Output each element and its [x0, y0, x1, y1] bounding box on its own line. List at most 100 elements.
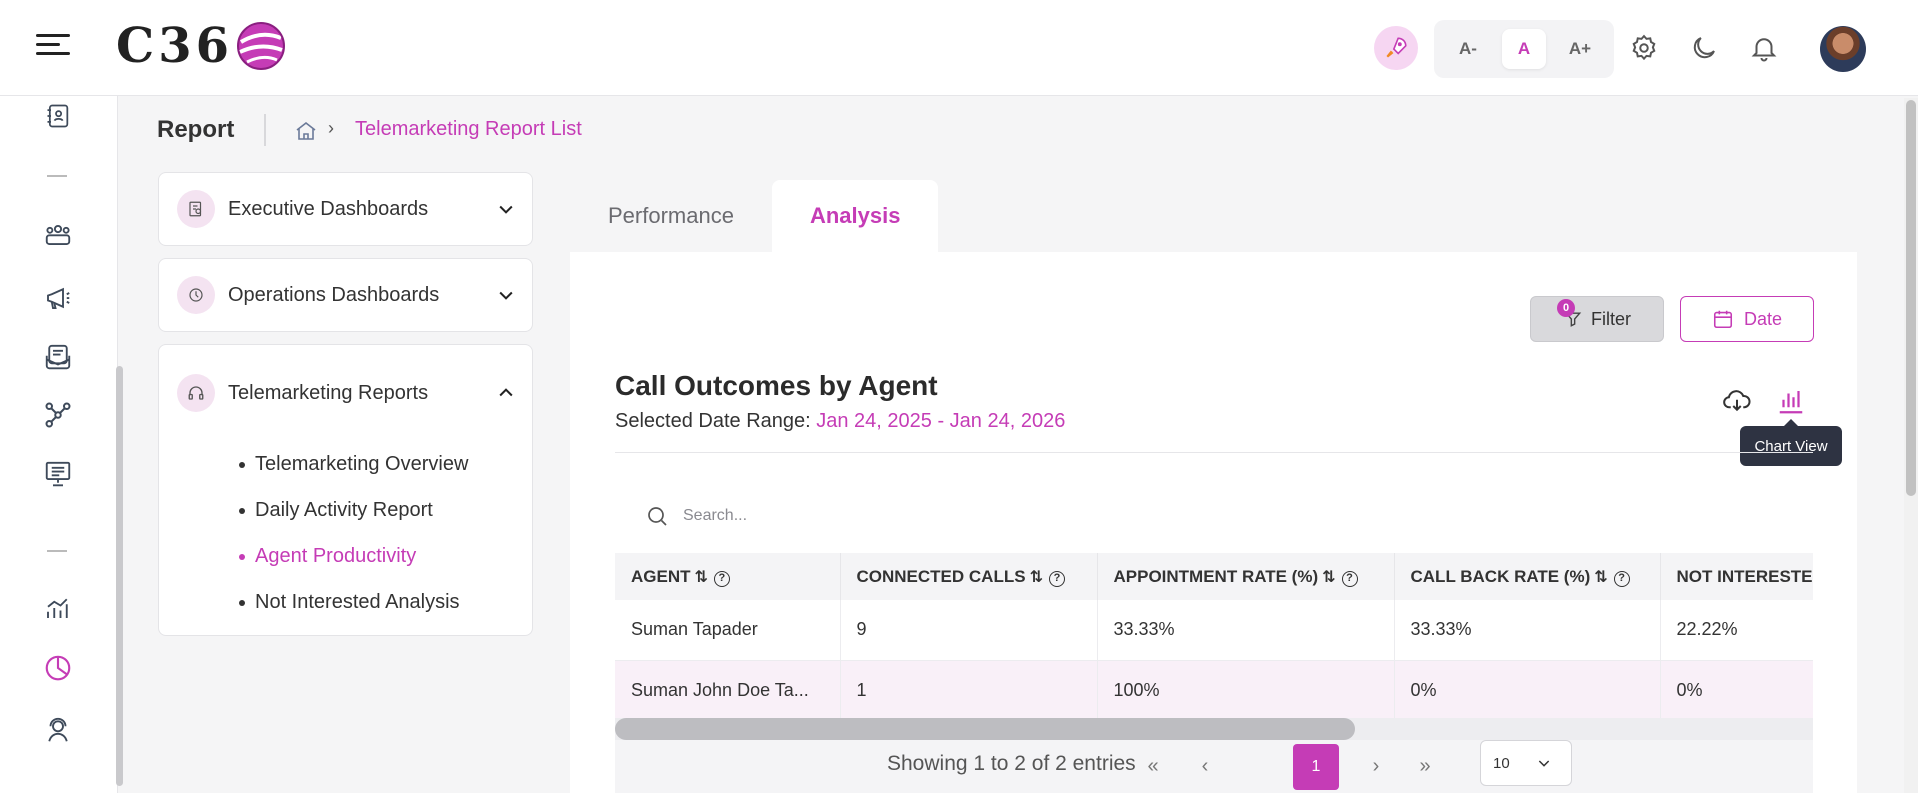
sort-icon[interactable]: ⇅	[1030, 569, 1043, 586]
help-icon[interactable]: ?	[1613, 570, 1630, 587]
column-label: NOT INTERESTED	[1676, 566, 1814, 586]
operations-icon	[177, 276, 215, 314]
column-header-call-back-rate[interactable]: CALL BACK RATE (%) ⇅?	[1394, 553, 1661, 600]
breadcrumb-current[interactable]: Telemarketing Report List	[355, 118, 582, 141]
inbox-icon[interactable]	[42, 341, 74, 373]
date-label: Date	[1743, 308, 1783, 329]
tab-analysis[interactable]: Analysis	[771, 180, 939, 252]
prev-page-icon[interactable]: ‹	[1187, 748, 1223, 784]
table-cell: 33.33%	[1097, 600, 1395, 661]
headset-icon	[177, 374, 215, 412]
menu-label: Telemarketing Reports	[228, 381, 429, 404]
rocket-icon[interactable]	[1374, 26, 1418, 70]
chevron-down-icon	[1538, 760, 1549, 767]
sub-item-not-interested-analysis[interactable]: Not Interested Analysis	[159, 579, 532, 625]
table-cell: 22.22%	[1660, 600, 1813, 661]
menu-telemarketing-reports[interactable]: Telemarketing Reports Telemarketing Over…	[158, 344, 533, 636]
date-range: Selected Date Range: Jan 24, 2025 - Jan …	[615, 410, 1065, 433]
megaphone-icon[interactable]	[42, 282, 74, 314]
help-icon[interactable]: ?	[1341, 570, 1358, 587]
column-label: AGENT	[631, 566, 691, 586]
rail-divider	[47, 550, 67, 552]
table-cell: Suman John Doe Ta...	[615, 660, 841, 721]
next-page-icon[interactable]: ›	[1358, 748, 1394, 784]
table-cell: Suman Tapader	[615, 600, 841, 661]
app-logo[interactable]: C36	[116, 18, 287, 74]
font-decrease-button[interactable]: A-	[1446, 29, 1490, 69]
search-input[interactable]	[683, 507, 1043, 525]
rail-divider	[47, 175, 67, 177]
pie-chart-icon[interactable]	[42, 652, 74, 684]
calendar-icon	[1713, 310, 1733, 329]
table-cell: 9	[840, 600, 1098, 661]
column-header-not-interested[interactable]: NOT INTERESTED	[1660, 553, 1813, 600]
menu-executive-dashboards[interactable]: Executive Dashboards	[158, 172, 533, 246]
column-header-appointment-rate[interactable]: APPOINTMENT RATE (%) ⇅?	[1097, 553, 1395, 600]
column-label: APPOINTMENT RATE (%)	[1113, 566, 1319, 586]
page-button-current[interactable]: 1	[1293, 744, 1339, 790]
table-cell: 0%	[1660, 660, 1813, 721]
analytics-icon[interactable]	[42, 592, 74, 624]
help-icon[interactable]: ?	[1048, 570, 1065, 587]
table-header-row: AGENT ⇅? CONNECTED CALLS ⇅? APPOINTMENT RA…	[615, 553, 1813, 600]
table-horizontal-scrollbar[interactable]	[615, 718, 1813, 740]
date-range-value: Jan 24, 2025 - Jan 24, 2026	[816, 410, 1066, 432]
home-icon[interactable]	[294, 119, 318, 143]
gear-icon[interactable]	[1626, 30, 1662, 66]
search-icon	[648, 507, 667, 526]
filter-count-badge: 0	[1557, 299, 1575, 317]
table-cell: 0%	[1394, 660, 1661, 721]
presentation-icon[interactable]	[42, 458, 74, 490]
chevron-up-icon[interactable]	[496, 383, 516, 403]
user-avatar[interactable]	[1820, 26, 1866, 72]
tab-performance[interactable]: Performance	[570, 180, 772, 252]
font-normal-button[interactable]: A	[1502, 29, 1546, 69]
sub-item-agent-productivity[interactable]: Agent Productivity	[159, 533, 532, 579]
support-agent-icon[interactable]	[42, 714, 74, 746]
users-group-icon[interactable]	[42, 218, 74, 250]
sort-icon[interactable]: ⇅	[695, 569, 708, 586]
scrollbar-thumb[interactable]	[1906, 100, 1916, 496]
font-increase-button[interactable]: A+	[1558, 29, 1602, 69]
download-icon[interactable]	[1722, 386, 1752, 416]
column-header-connected-calls[interactable]: CONNECTED CALLS ⇅?	[840, 553, 1098, 600]
report-tabs: Performance Analysis	[570, 180, 939, 252]
bell-icon[interactable]	[1746, 30, 1782, 66]
telemarketing-sub-list: Telemarketing Overview Daily Activity Re…	[159, 441, 532, 635]
help-icon[interactable]: ?	[713, 570, 730, 587]
sort-icon[interactable]: ⇅	[1322, 569, 1335, 586]
column-label: CALL BACK RATE (%)	[1410, 566, 1591, 586]
scrollbar-thumb[interactable]	[615, 718, 1355, 740]
menu-toggle-icon[interactable]	[36, 34, 70, 64]
chart-view-tooltip: Chart View	[1740, 419, 1842, 466]
title-separator	[264, 114, 266, 146]
sub-item-daily-activity-report[interactable]: Daily Activity Report	[159, 487, 532, 533]
contacts-book-icon[interactable]	[42, 100, 74, 132]
menu-label: Operations Dashboards	[228, 283, 440, 306]
chevron-down-icon[interactable]	[496, 285, 516, 305]
chevron-down-icon[interactable]	[496, 199, 516, 219]
column-header-agent[interactable]: AGENT ⇅?	[615, 553, 841, 600]
page-title: Report	[157, 116, 235, 143]
rail-scrollbar[interactable]	[116, 366, 123, 786]
filter-button[interactable]: 0 Filter	[1530, 296, 1664, 342]
bar-chart-icon[interactable]	[1776, 386, 1806, 416]
page-size-select[interactable]: 10	[1480, 740, 1572, 786]
table-cell: 33.33%	[1394, 600, 1661, 661]
logo-text: C36	[116, 18, 233, 74]
first-page-icon[interactable]: «	[1135, 748, 1171, 784]
report-title: Call Outcomes by Agent	[615, 370, 938, 401]
menu-operations-dashboards[interactable]: Operations Dashboards	[158, 258, 533, 332]
report-panel: 0 Filter Date Call Outcomes by Agent Sel…	[570, 252, 1857, 793]
page-scrollbar[interactable]	[1904, 98, 1918, 793]
last-page-icon[interactable]: »	[1407, 748, 1443, 784]
sort-icon[interactable]: ⇅	[1594, 569, 1607, 586]
dark-mode-icon[interactable]	[1686, 30, 1722, 66]
search-box[interactable]	[645, 496, 1065, 536]
date-button[interactable]: Date	[1680, 296, 1814, 342]
table-cell: 100%	[1097, 660, 1395, 721]
sub-item-telemarketing-overview[interactable]: Telemarketing Overview	[159, 441, 532, 487]
breadcrumb-chevron-icon: ›	[328, 118, 334, 138]
filter-label: Filter	[1591, 308, 1631, 329]
workflow-icon[interactable]	[42, 399, 74, 431]
